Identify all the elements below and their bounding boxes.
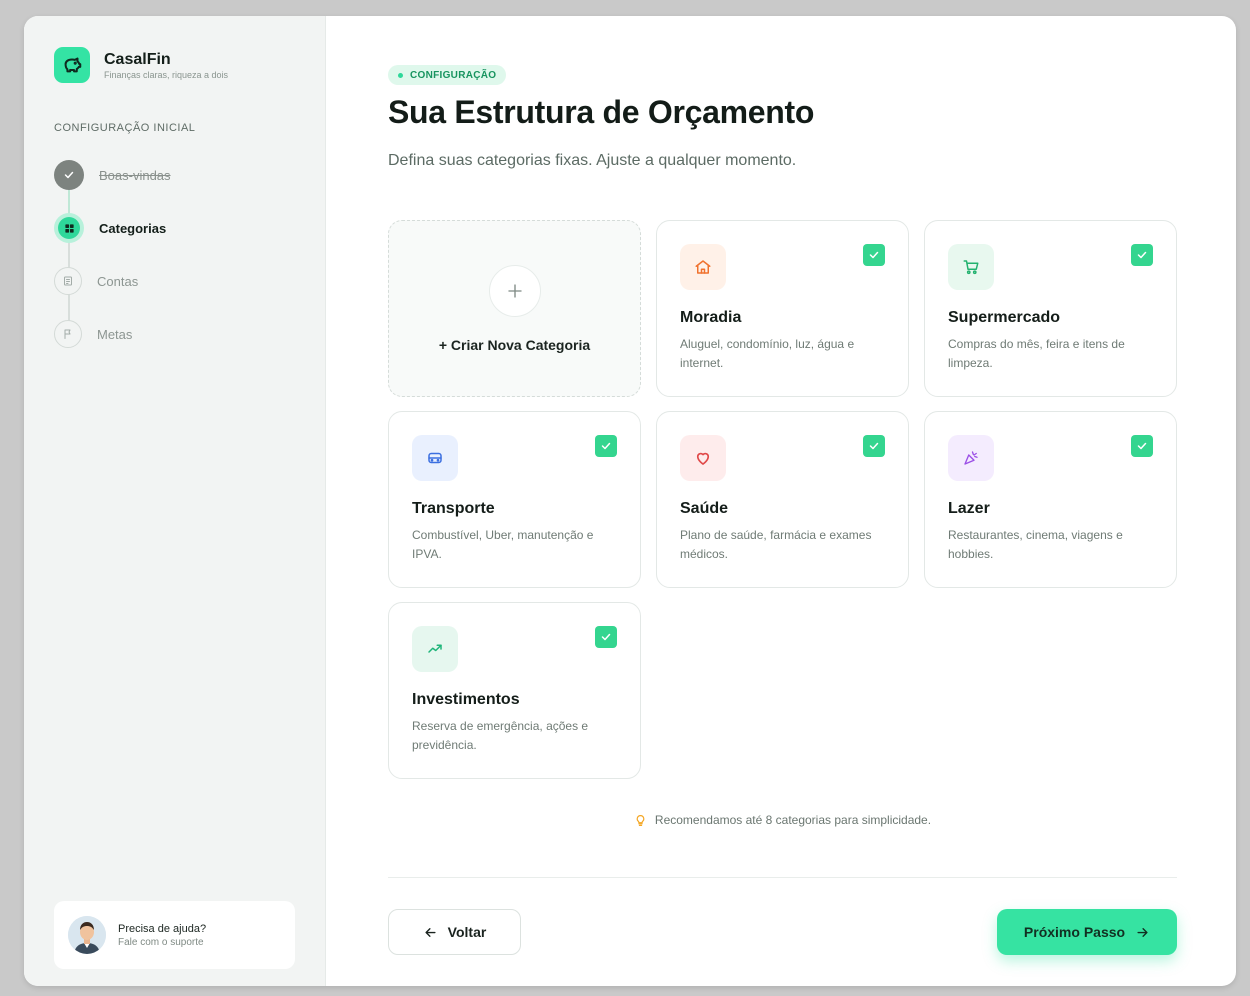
category-card-lazer[interactable]: Lazer Restaurantes, cinema, viagens e ho… [924, 411, 1177, 588]
car-icon [412, 435, 458, 481]
create-category-card[interactable]: + Criar Nova Categoria [388, 220, 641, 397]
check-icon [54, 160, 84, 190]
category-card-moradia[interactable]: Moradia Aluguel, condomínio, luz, água e… [656, 220, 909, 397]
flag-icon [54, 320, 82, 348]
category-description: Restaurantes, cinema, viagens e hobbies. [948, 528, 1123, 561]
category-description: Compras do mês, feira e itens de limpeza… [948, 337, 1125, 370]
page-subtitle: Defina suas categorias fixas. Ajuste a q… [388, 152, 797, 169]
heart-icon [680, 435, 726, 481]
help-title: Precisa de ajuda? [118, 922, 207, 935]
home-icon [680, 244, 726, 290]
bank-icon [54, 267, 82, 295]
help-subtitle: Fale com o suporte [118, 936, 204, 948]
category-description: Aluguel, condomínio, luz, água e interne… [680, 337, 855, 370]
main-content: CONFIGURAÇÃO Sua Estrutura de Orçamento … [326, 16, 1236, 986]
category-card-transporte[interactable]: Transporte Combustível, Uber, manutenção… [388, 411, 641, 588]
category-name: Supermercado [948, 309, 1061, 326]
step-categorias[interactable]: Categorias [54, 213, 171, 270]
category-name: Investimentos [412, 691, 520, 708]
category-description: Plano de saúde, farmácia e exames médico… [680, 528, 872, 561]
status-badge: CONFIGURAÇÃO [388, 65, 507, 85]
arrow-right-icon [1135, 925, 1150, 940]
category-name: Moradia [680, 309, 742, 326]
party-icon [948, 435, 994, 481]
grid-icon [54, 213, 84, 243]
back-button-label: Voltar [447, 924, 487, 940]
setup-steps: Boas-vindas Categorias Contas Metas [54, 160, 171, 374]
step-label: Contas [97, 273, 139, 289]
create-category-label: + Criar Nova Categoria [438, 336, 591, 353]
arrow-left-icon [423, 925, 438, 940]
category-checkbox[interactable] [1131, 435, 1153, 457]
category-checkbox[interactable] [863, 244, 885, 266]
category-card-supermercado[interactable]: Supermercado Compras do mês, feira e ite… [924, 220, 1177, 397]
plus-icon [488, 264, 541, 317]
category-description: Combustível, Uber, manutenção e IPVA. [412, 528, 594, 561]
cart-icon [948, 244, 994, 290]
brand-name: CasalFin [104, 50, 171, 68]
step-label: Metas [97, 326, 133, 342]
avatar [68, 916, 106, 954]
next-button-label: Próximo Passo [1023, 924, 1126, 940]
step-metas[interactable]: Metas [54, 320, 171, 348]
tip-text: Recomendamos até 8 categorias para simpl… [654, 813, 932, 827]
category-checkbox[interactable] [863, 435, 885, 457]
category-name: Saúde [680, 500, 729, 517]
category-card-saude[interactable]: Saúde Plano de saúde, farmácia e exames … [656, 411, 909, 588]
divider [388, 877, 1177, 878]
step-contas[interactable]: Contas [54, 267, 171, 323]
category-checkbox[interactable] [595, 626, 617, 648]
back-button[interactable]: Voltar [388, 909, 521, 955]
category-checkbox[interactable] [595, 435, 617, 457]
sidebar: CasalFin Finanças claras, riqueza a dois… [24, 16, 326, 986]
brand-tagline: Finanças claras, riqueza a dois [104, 69, 229, 80]
setup-section-label: CONFIGURAÇÃO INICIAL [54, 122, 196, 134]
category-name: Transporte [412, 500, 495, 517]
brand: CasalFin Finanças claras, riqueza a dois [54, 47, 228, 83]
trending-up-icon [412, 626, 458, 672]
badge-dot [398, 72, 403, 78]
lightbulb-icon [634, 814, 647, 827]
category-checkbox[interactable] [1131, 244, 1153, 266]
tip-message: Recomendamos até 8 categorias para simpl… [388, 813, 1177, 827]
next-step-button[interactable]: Próximo Passo [997, 909, 1177, 955]
help-card[interactable]: Precisa de ajuda? Fale com o suporte [54, 901, 295, 969]
step-label: Boas-vindas [99, 167, 171, 183]
category-description: Reserva de emergência, ações e previdênc… [412, 719, 589, 752]
app-window: CasalFin Finanças claras, riqueza a dois… [24, 16, 1236, 986]
step-label: Categorias [99, 220, 167, 236]
piggy-bank-icon [54, 47, 90, 83]
page-title: Sua Estrutura de Orçamento [388, 94, 815, 130]
category-grid: + Criar Nova Categoria Moradia Aluguel, … [388, 220, 1177, 780]
step-boas-vindas[interactable]: Boas-vindas [54, 160, 171, 217]
category-name: Lazer [948, 500, 990, 517]
badge-label: CONFIGURAÇÃO [410, 69, 497, 81]
category-card-investimentos[interactable]: Investimentos Reserva de emergência, açõ… [388, 602, 641, 779]
